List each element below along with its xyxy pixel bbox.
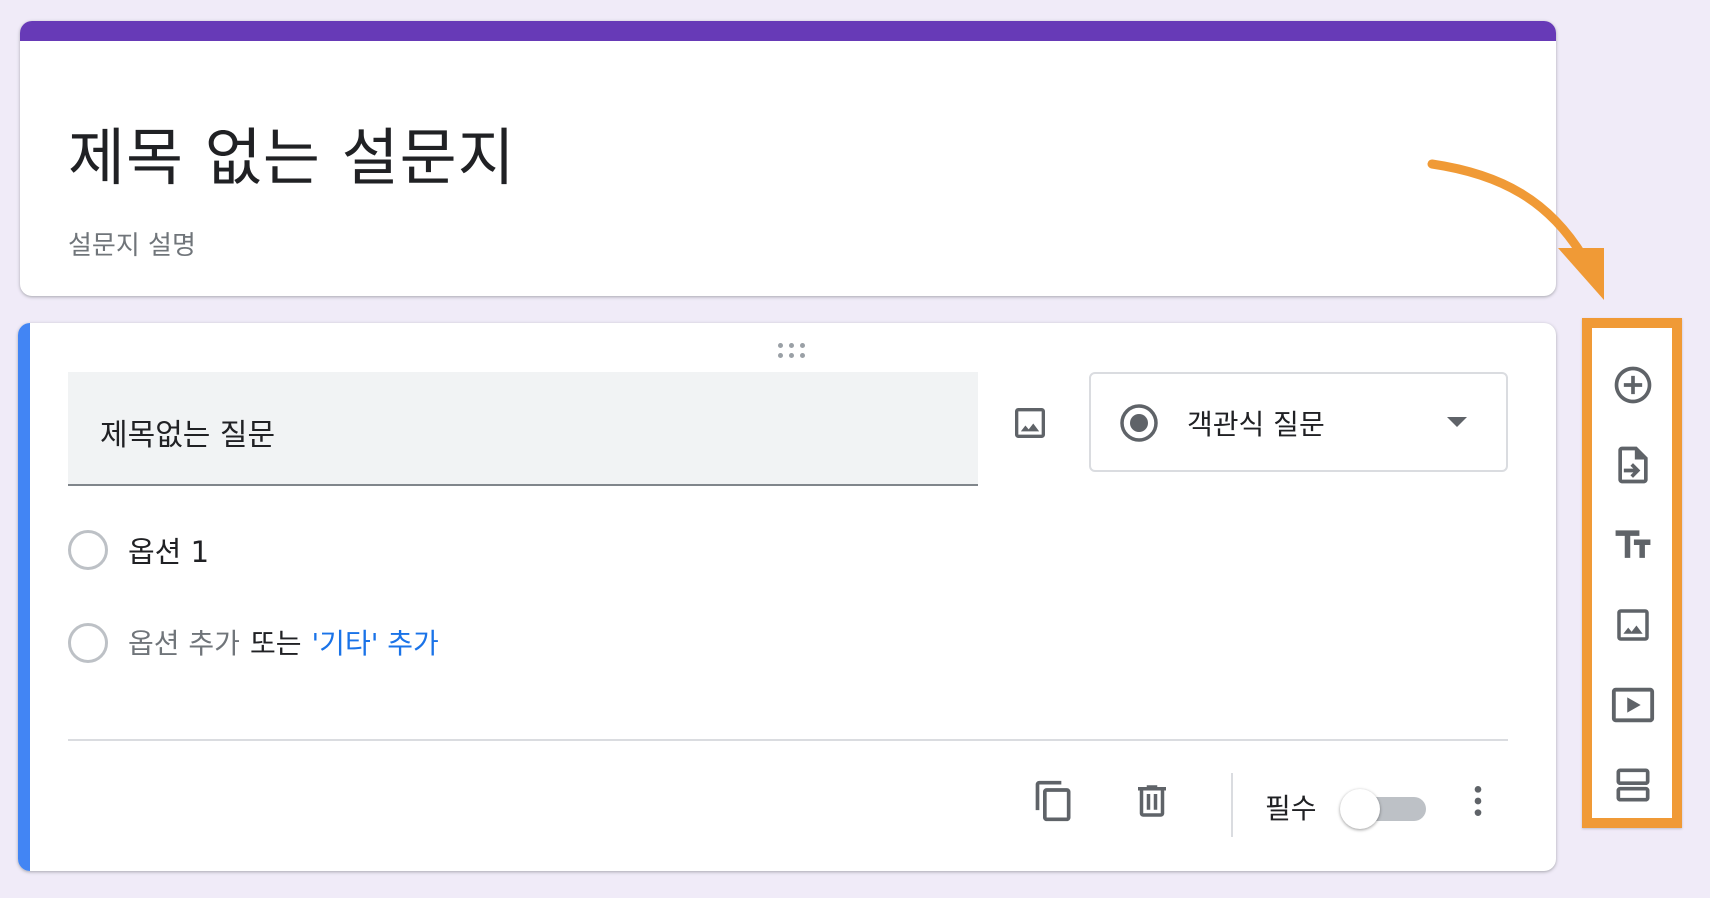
form-description[interactable]: 설문지 설명 [68, 225, 196, 262]
add-question-button[interactable] [1610, 362, 1656, 408]
toggle-thumb [1340, 789, 1380, 829]
required-toggle[interactable] [1340, 789, 1432, 829]
add-option-button[interactable]: 옵션 추가 [128, 627, 240, 660]
question-type-dropdown[interactable]: 객관식 질문 [1089, 372, 1508, 472]
footer-separator [1231, 773, 1233, 837]
copy-icon [1035, 780, 1071, 822]
import-questions-icon [1618, 446, 1648, 484]
footer-divider [68, 739, 1508, 741]
annotation-arrow-icon [1427, 159, 1604, 300]
option-label[interactable]: 옵션 1 [128, 529, 209, 571]
duplicate-button[interactable] [1026, 773, 1082, 829]
drag-handle-icon[interactable] [772, 339, 812, 363]
form-title[interactable]: 제목 없는 설문지 [68, 107, 516, 197]
trash-icon [1138, 785, 1166, 817]
delete-button[interactable] [1124, 773, 1180, 829]
add-image-tool-button[interactable] [1610, 602, 1656, 648]
image-icon [1015, 408, 1045, 438]
add-other-link[interactable]: '기타' 추가 [311, 627, 438, 660]
add-video-button[interactable] [1610, 682, 1656, 728]
more-vert-icon [1474, 786, 1482, 816]
question-title-field[interactable]: 제목없는 질문 [68, 372, 978, 486]
add-section-button[interactable] [1610, 762, 1656, 808]
add-option-radio [68, 623, 108, 663]
more-options-button[interactable] [1450, 773, 1506, 829]
section-icon [1616, 768, 1650, 802]
side-toolbar [1582, 318, 1682, 828]
question-title-text[interactable]: 제목없는 질문 [100, 410, 275, 454]
add-circle-icon [1614, 366, 1652, 404]
image-icon [1617, 609, 1649, 641]
active-question-bar [18, 323, 30, 871]
video-icon [1611, 687, 1655, 723]
required-label: 필수 [1265, 792, 1317, 825]
question-card[interactable]: 제목없는 질문 객관식 질문 옵션 1 옵션 추가 또는 '기타' 추가 필수 [18, 323, 1556, 871]
form-title-card: 제목 없는 설문지 설문지 설명 [20, 21, 1556, 296]
add-option-row: 옵션 추가 또는 '기타' 추가 [128, 622, 439, 662]
title-text-icon [1615, 530, 1651, 558]
radio-checked-icon [1120, 404, 1158, 442]
add-title-button[interactable] [1610, 522, 1656, 568]
option-radio [68, 530, 108, 570]
add-image-button[interactable] [998, 391, 1062, 455]
dropdown-caret-icon [1447, 417, 1467, 427]
form-accent-bar [20, 21, 1556, 41]
question-type-label: 객관식 질문 [1187, 408, 1325, 441]
import-questions-button[interactable] [1610, 442, 1656, 488]
or-label: 또는 [249, 627, 302, 660]
